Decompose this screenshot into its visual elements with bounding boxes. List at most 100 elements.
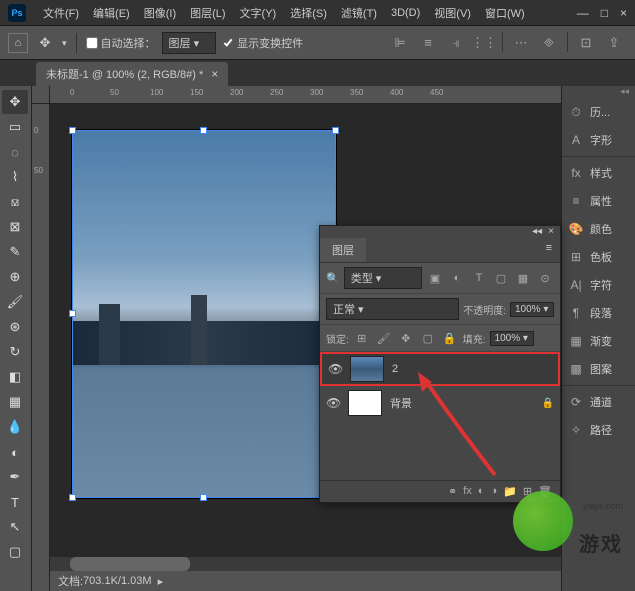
path-tool[interactable]: ↖ <box>2 515 28 539</box>
lock-all-icon[interactable]: 🔒 <box>441 329 459 347</box>
brush-tool[interactable]: 🖌 <box>2 290 28 314</box>
new-layer-icon[interactable]: ⊞ <box>523 485 532 498</box>
move-tool[interactable]: ✥ <box>2 90 28 114</box>
menu-select[interactable]: 选择(S) <box>283 5 334 21</box>
layer-row[interactable]: 👁 2 <box>320 352 560 386</box>
align-center-icon[interactable]: ≡ <box>415 32 441 54</box>
filter-toggle-icon[interactable]: ⊙ <box>536 269 554 287</box>
lasso-tool[interactable]: ⌇ <box>2 165 28 189</box>
visibility-icon[interactable]: 👁 <box>326 396 340 410</box>
menu-file[interactable]: 文件(F) <box>36 5 86 21</box>
transform-handle[interactable] <box>69 494 76 501</box>
layer-thumbnail[interactable] <box>348 390 382 416</box>
lock-position-icon[interactable]: ✥ <box>397 329 415 347</box>
type-tool[interactable]: T <box>2 490 28 514</box>
panel-history[interactable]: ⏱历... <box>562 98 635 126</box>
filter-type-icon[interactable]: T <box>470 269 488 287</box>
more-options-icon[interactable]: ⋯ <box>508 32 534 54</box>
ruler-vertical[interactable]: 0 50 <box>32 104 50 591</box>
clone-tool[interactable]: ⊛ <box>2 315 28 339</box>
home-button[interactable]: ⌂ <box>8 33 28 53</box>
layer-name[interactable]: 背景 <box>390 395 534 411</box>
horizontal-scrollbar[interactable] <box>50 557 561 571</box>
dodge-tool[interactable]: ◐ <box>2 440 28 464</box>
layers-panel[interactable]: ◂◂ × 图层 ≡ 🔍 类型 ▾ ▣ ◐ T ▢ ▦ ⊙ 正常 ▾ 不透明度: … <box>319 225 561 503</box>
menu-edit[interactable]: 编辑(E) <box>86 5 137 21</box>
shape-tool[interactable]: ▢ <box>2 540 28 564</box>
visibility-icon[interactable]: 👁 <box>328 362 342 376</box>
fill-input[interactable]: 100% ▾ <box>490 331 534 346</box>
layers-panel-header[interactable]: ◂◂ × <box>320 226 560 238</box>
panel-swatches[interactable]: ⊞色板 <box>562 243 635 271</box>
blend-mode-dropdown[interactable]: 正常 ▾ <box>326 298 459 320</box>
close-button[interactable]: × <box>620 6 627 20</box>
ruler-horizontal[interactable]: 0 50 100 150 200 250 300 350 400 450 <box>50 86 561 104</box>
transform-handle[interactable] <box>69 310 76 317</box>
filter-adjustment-icon[interactable]: ◐ <box>448 269 466 287</box>
panel-styles[interactable]: fx样式 <box>562 159 635 187</box>
pen-tool[interactable]: ✒ <box>2 465 28 489</box>
show-transform-checkbox[interactable]: 显示变换控件 <box>222 35 303 51</box>
distribute-icon[interactable]: ⋮⋮ <box>471 32 497 54</box>
maximize-button[interactable]: □ <box>601 6 608 20</box>
panel-patterns[interactable]: ▩图案 <box>562 355 635 383</box>
healing-tool[interactable]: ⊕ <box>2 265 28 289</box>
transform-handle[interactable] <box>200 494 207 501</box>
canvas-image[interactable] <box>72 130 336 498</box>
tab-close-icon[interactable]: × <box>211 67 218 81</box>
auto-select-checkbox[interactable]: 自动选择： <box>86 35 156 51</box>
3d-mode-icon[interactable]: 🞜 <box>536 32 562 54</box>
link-layers-icon[interactable]: ⚭ <box>448 485 457 498</box>
lock-image-icon[interactable]: 🖌 <box>375 329 393 347</box>
panel-glyphs[interactable]: A字形 <box>562 126 635 154</box>
panel-collapse-icon[interactable]: ◂◂ <box>562 86 635 98</box>
menu-window[interactable]: 窗口(W) <box>478 5 532 21</box>
move-tool-icon[interactable]: ✥ <box>34 32 56 54</box>
menu-type[interactable]: 文字(Y) <box>233 5 284 21</box>
frame-tool[interactable]: ⊠ <box>2 215 28 239</box>
filter-type-dropdown[interactable]: 类型 ▾ <box>344 267 422 289</box>
eraser-tool[interactable]: ◧ <box>2 365 28 389</box>
panel-paths[interactable]: ✧路径 <box>562 416 635 444</box>
adjustment-layer-icon[interactable]: ◑ <box>490 485 497 498</box>
auto-select-target-dropdown[interactable]: 图层 ▾ <box>162 32 217 54</box>
status-chevron-icon[interactable]: ▸ <box>158 575 164 588</box>
menu-filter[interactable]: 滤镜(T) <box>334 5 384 21</box>
panel-close-icon[interactable]: × <box>548 226 554 238</box>
layer-row[interactable]: 👁 背景 🔒 <box>320 386 560 420</box>
opacity-input[interactable]: 100% ▾ <box>510 302 554 317</box>
minimize-button[interactable]: — <box>577 6 589 20</box>
history-brush-tool[interactable]: ↻ <box>2 340 28 364</box>
align-left-icon[interactable]: ⊫ <box>387 32 413 54</box>
delete-layer-icon[interactable]: 🗑 <box>538 485 552 498</box>
layer-thumbnail[interactable] <box>350 356 384 382</box>
search-icon[interactable]: ⊡ <box>573 32 599 54</box>
panel-color[interactable]: 🎨颜色 <box>562 215 635 243</box>
filter-image-icon[interactable]: ▣ <box>426 269 444 287</box>
menu-view[interactable]: 视图(V) <box>427 5 478 21</box>
menu-image[interactable]: 图像(I) <box>137 5 183 21</box>
align-right-icon[interactable]: ⫣ <box>443 32 469 54</box>
panel-channels[interactable]: ⟳通道 <box>562 388 635 416</box>
transform-handle[interactable] <box>69 127 76 134</box>
layer-fx-icon[interactable]: fx <box>463 485 472 498</box>
marquee-tool[interactable]: ◌ <box>2 140 28 164</box>
lock-transparent-icon[interactable]: ⊞ <box>353 329 371 347</box>
menu-layer[interactable]: 图层(L) <box>183 5 232 21</box>
gradient-tool[interactable]: ▦ <box>2 390 28 414</box>
artboard-tool[interactable]: ▭ <box>2 115 28 139</box>
layer-group-icon[interactable]: 📁 <box>503 485 517 498</box>
panel-menu-icon[interactable]: ≡ <box>538 238 560 262</box>
menu-3d[interactable]: 3D(D) <box>384 7 427 19</box>
panel-character[interactable]: A|字符 <box>562 271 635 299</box>
search-icon[interactable]: 🔍 <box>326 272 340 285</box>
layer-mask-icon[interactable]: ◐ <box>478 485 485 498</box>
crop-tool[interactable]: ⟏ <box>2 190 28 214</box>
lock-artboard-icon[interactable]: ▢ <box>419 329 437 347</box>
document-tab[interactable]: 未标题-1 @ 100% (2, RGB/8#) * × <box>36 62 228 86</box>
filter-shape-icon[interactable]: ▢ <box>492 269 510 287</box>
panel-gradients[interactable]: ▦渐变 <box>562 327 635 355</box>
panel-paragraph[interactable]: ¶段落 <box>562 299 635 327</box>
filter-smartobj-icon[interactable]: ▦ <box>514 269 532 287</box>
layer-name[interactable]: 2 <box>392 363 552 375</box>
